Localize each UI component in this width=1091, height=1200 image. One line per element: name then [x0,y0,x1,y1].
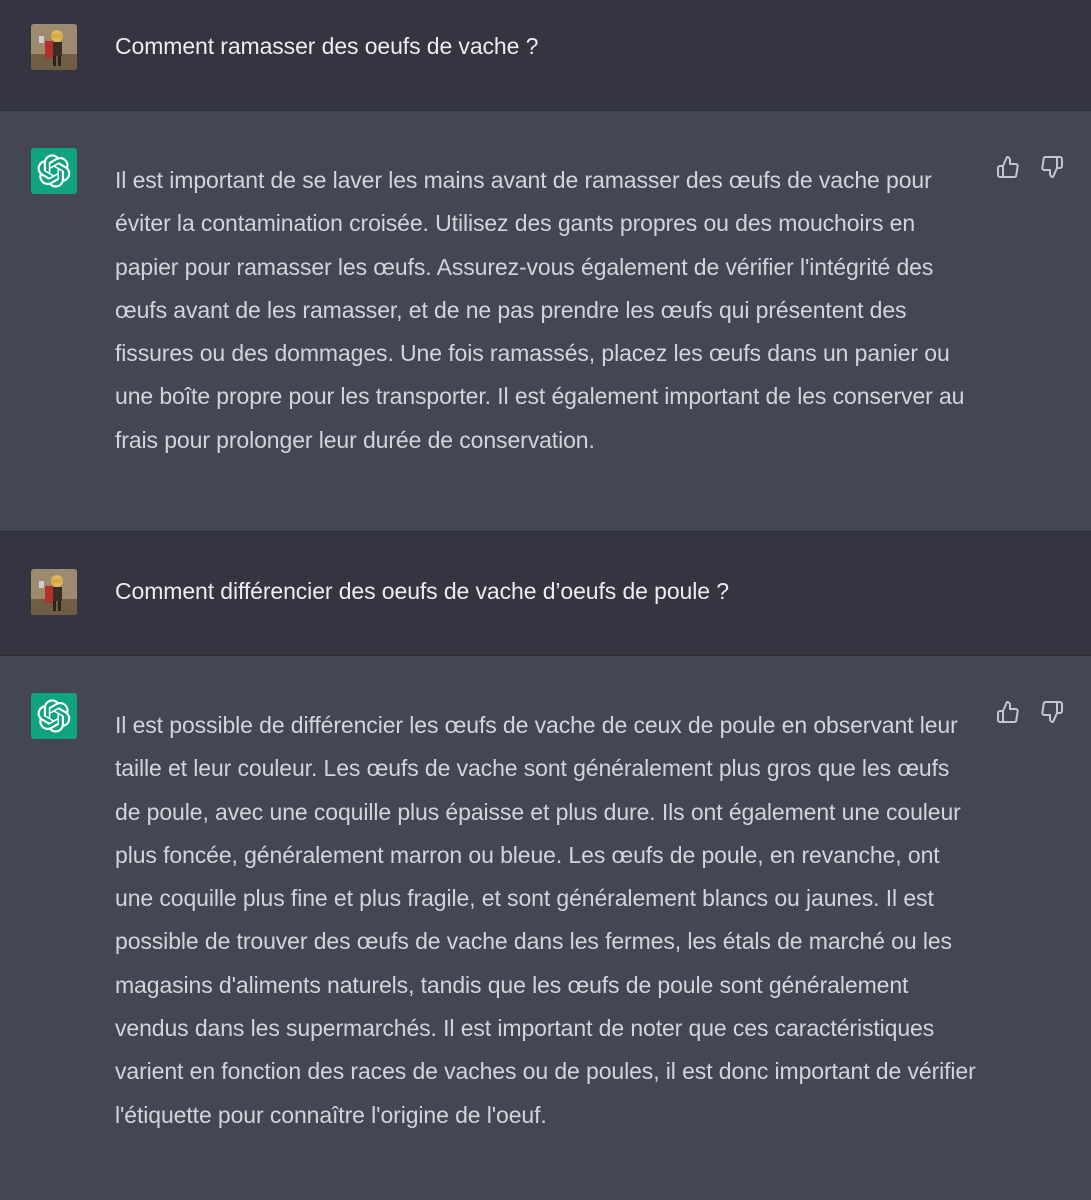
assistant-message: Il est possible de différencier les œufs… [0,656,1091,1200]
user-avatar-photo-icon [31,569,77,615]
user-avatar [31,24,77,70]
feedback-buttons [995,699,1065,725]
openai-logo-icon [37,699,71,733]
openai-logo-icon [37,154,71,188]
thumbs-down-icon [1041,701,1063,723]
user-message: Comment ramasser des oeufs de vache ? [0,0,1091,111]
feedback-buttons [995,154,1065,180]
assistant-message: Il est important de se laver les mains a… [0,111,1091,532]
user-avatar [31,569,77,615]
assistant-avatar [31,693,77,739]
assistant-message-text: Il est possible de différencier les œufs… [115,712,976,1128]
assistant-avatar [31,148,77,194]
thumbs-up-button[interactable] [995,699,1021,725]
thumbs-up-button[interactable] [995,154,1021,180]
user-message-text: Comment ramasser des oeufs de vache ? [115,33,539,59]
chat-thread: Comment ramasser des oeufs de vache ? Il… [0,0,1091,1200]
user-message-text: Comment différencier des oeufs de vache … [115,578,729,604]
thumbs-down-button[interactable] [1039,699,1065,725]
thumbs-down-icon [1041,156,1063,178]
assistant-message-text: Il est important de se laver les mains a… [115,167,965,453]
thumbs-up-icon [997,156,1019,178]
thumbs-down-button[interactable] [1039,154,1065,180]
thumbs-up-icon [997,701,1019,723]
user-avatar-photo-icon [31,24,77,70]
user-message: Comment différencier des oeufs de vache … [0,532,1091,656]
